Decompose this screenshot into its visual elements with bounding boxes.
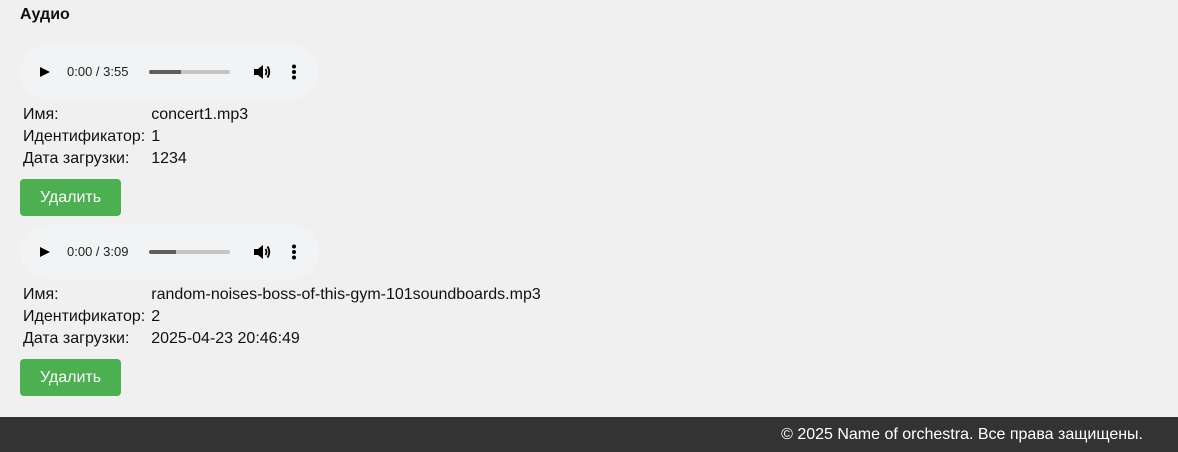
audio-player[interactable]: 0:00 / 3:09: [20, 225, 319, 279]
more-options-button[interactable]: [286, 62, 302, 82]
play-button[interactable]: [34, 243, 54, 261]
uploaded-value: 2025-04-23 20:46:49: [151, 330, 300, 347]
more-vert-icon: [292, 244, 296, 260]
audio-item: 0:00 / 3:09 Имя: random-noises-boss-of-t…: [20, 225, 920, 396]
info-row-uploaded: Дата загрузки: 1234: [20, 148, 251, 170]
uploaded-label: Дата загрузки:: [23, 330, 130, 347]
time-display: 0:00 / 3:09: [67, 244, 129, 259]
info-row-uploaded: Дата загрузки: 2025-04-23 20:46:49: [20, 328, 544, 350]
progress-fill: [149, 250, 176, 254]
name-label: Имя:: [23, 286, 59, 303]
name-value: random-noises-boss-of-this-gym-101soundb…: [151, 286, 541, 303]
play-icon: [40, 247, 50, 257]
footer-copyright: © 2025 Name of orchestra. Все права защи…: [781, 426, 1143, 443]
name-label: Имя:: [23, 106, 59, 123]
progress-slider[interactable]: [149, 250, 230, 254]
volume-button[interactable]: [252, 242, 272, 262]
progress-fill: [149, 70, 182, 74]
info-row-id: Идентификатор: 1: [20, 126, 251, 148]
name-value: concert1.mp3: [151, 106, 249, 123]
time-display: 0:00 / 3:55: [67, 64, 129, 79]
delete-button[interactable]: Удалить: [20, 359, 121, 396]
uploaded-label: Дата загрузки:: [23, 150, 130, 167]
play-icon: [40, 67, 50, 77]
delete-button[interactable]: Удалить: [20, 179, 121, 216]
id-label: Идентификатор:: [23, 308, 146, 325]
volume-icon: [254, 245, 271, 259]
audio-player[interactable]: 0:00 / 3:55: [20, 45, 319, 99]
page: Аудио 0:00 / 3:55 Имя: concert1.mp3 Иден…: [0, 0, 1178, 417]
id-value: 1: [151, 128, 161, 145]
id-label: Идентификатор:: [23, 128, 146, 145]
info-row-id: Идентификатор: 2: [20, 306, 544, 328]
progress-slider[interactable]: [149, 70, 230, 74]
section-title: Аудио: [20, 6, 70, 23]
info-row-name: Имя: concert1.mp3: [20, 104, 251, 126]
more-options-button[interactable]: [286, 242, 302, 262]
footer: © 2025 Name of orchestra. Все права защи…: [0, 417, 1178, 452]
play-button[interactable]: [34, 63, 54, 81]
audio-info-table: Имя: concert1.mp3 Идентификатор: 1 Дата …: [20, 104, 251, 170]
volume-icon: [254, 65, 271, 79]
audio-info-table: Имя: random-noises-boss-of-this-gym-101s…: [20, 284, 544, 350]
volume-button[interactable]: [252, 62, 272, 82]
info-row-name: Имя: random-noises-boss-of-this-gym-101s…: [20, 284, 544, 306]
more-vert-icon: [292, 64, 296, 80]
id-value: 2: [151, 308, 161, 325]
uploaded-value: 1234: [151, 150, 187, 167]
audio-item: 0:00 / 3:55 Имя: concert1.mp3 Идентифика…: [20, 45, 920, 216]
